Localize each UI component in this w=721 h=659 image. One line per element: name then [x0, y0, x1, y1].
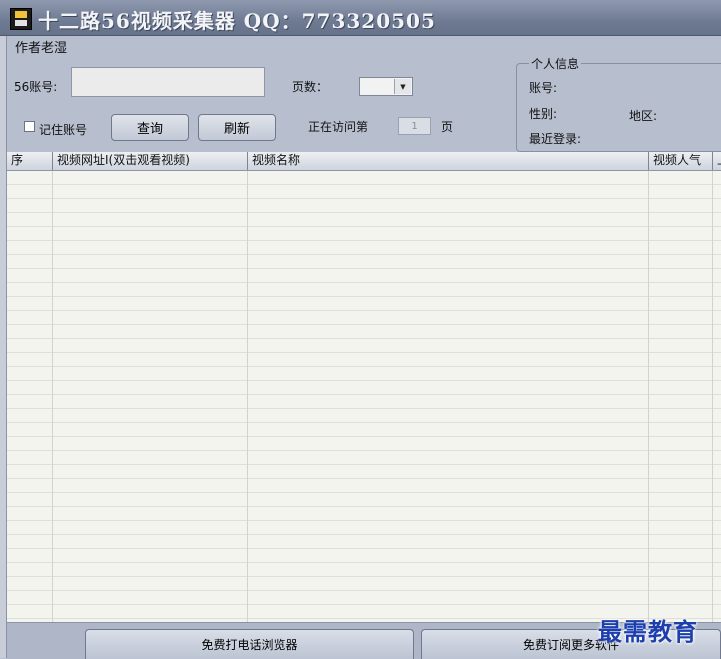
pages-dropdown[interactable]: ▼ — [359, 77, 413, 96]
visiting-page-field: 1 — [398, 117, 431, 135]
page-suffix-label: 页 — [441, 120, 454, 134]
personal-info-legend: 个人信息 — [529, 55, 582, 72]
column-header-url[interactable]: 视频网址I(双击观看视频) — [52, 152, 247, 170]
remember-account-label[interactable]: 记住账号 — [39, 121, 87, 138]
info-account-label: 账号: — [529, 81, 558, 95]
column-divider — [712, 171, 713, 622]
pages-label: 页数： — [292, 80, 329, 94]
table-header: 序 视频网址I(双击观看视频) 视频名称 视频人气 上 — [7, 152, 721, 171]
column-header-popularity[interactable]: 视频人气 — [648, 152, 712, 170]
table-rows[interactable] — [7, 171, 721, 622]
account-input[interactable] — [71, 67, 265, 97]
query-button[interactable]: 查询 — [111, 114, 189, 141]
column-divider — [52, 171, 53, 622]
film-app-icon — [10, 8, 32, 30]
info-last-login-label: 最近登录: — [529, 132, 582, 146]
window-title: 十二路56视频采集器 QQ：773320505 — [38, 9, 436, 33]
column-header-upload[interactable]: 上 — [712, 152, 721, 170]
info-gender-label: 性别: — [529, 107, 558, 121]
visiting-label: 正在访问第 — [308, 120, 369, 134]
column-header-index[interactable]: 序 — [7, 152, 52, 170]
column-divider — [648, 171, 649, 622]
account-label: 56账号: — [14, 80, 58, 94]
left-border — [0, 36, 7, 658]
personal-info-group: 个人信息 账号: 性别: 地区: 最近登录: — [516, 55, 721, 152]
refresh-button[interactable]: 刷新 — [198, 114, 276, 141]
watermark: 最需教育 — [598, 617, 698, 646]
video-table[interactable]: 序 视频网址I(双击观看视频) 视频名称 视频人气 上 — [7, 152, 721, 622]
author-label: 作者老湿 — [15, 41, 68, 56]
title-bar: 十二路56视频采集器 QQ：773320505 — [0, 0, 721, 36]
info-region-label: 地区: — [629, 109, 658, 123]
column-header-name[interactable]: 视频名称 — [247, 152, 648, 170]
chevron-down-icon[interactable]: ▼ — [394, 79, 411, 94]
free-call-browser-button[interactable]: 免费打电话浏览器 — [85, 629, 414, 659]
column-divider — [247, 171, 248, 622]
remember-account-checkbox[interactable] — [24, 121, 35, 132]
control-panel: 作者老湿 56账号: 页数： ▼ 记住账号 查询 刷新 正在访问第 1 页 个人… — [7, 36, 721, 152]
